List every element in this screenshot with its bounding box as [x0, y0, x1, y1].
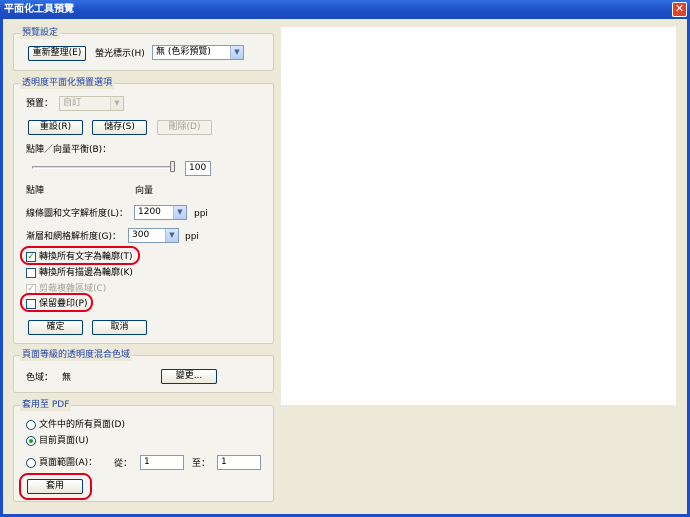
color-space-label: 色域：: [26, 373, 54, 383]
highlight-select[interactable]: 無 (色彩預覽) ▼: [152, 45, 244, 60]
color-space-value: 無: [62, 373, 72, 383]
vector-label: 向量: [135, 186, 154, 196]
highlight-ring: [20, 293, 93, 312]
ppi-unit: ppi: [185, 232, 199, 242]
gradient-resolution-value: 300: [132, 230, 150, 240]
group-title: 透明度平面化預置選項: [20, 77, 115, 89]
to-label: 至：: [192, 459, 211, 469]
raster-label: 點陣: [26, 186, 45, 196]
gradient-resolution-label: 漸層和網格解析度(G)：: [26, 232, 121, 242]
page-level-blending-group: 頁面等級的透明度混合色域 色域： 無 變更...: [13, 349, 274, 393]
preview-bottom-area: [281, 405, 676, 505]
convert-strokes-checkbox[interactable]: [26, 268, 36, 278]
line-art-resolution-value: 1200: [138, 207, 161, 217]
chevron-down-icon[interactable]: ▼: [230, 46, 243, 59]
window-frame-left: [0, 19, 3, 517]
current-page-label[interactable]: 目前頁面(U): [39, 435, 89, 447]
preset-select[interactable]: 自訂 ▼: [59, 96, 124, 111]
gradient-resolution-select[interactable]: 300 ▼: [128, 228, 179, 243]
highlight-select-value: 無 (色彩預覽): [156, 47, 211, 57]
line-art-resolution-select[interactable]: 1200 ▼: [134, 205, 187, 220]
balance-label: 點陣／向量平衡(B)：: [26, 145, 112, 155]
highlight-ring: [20, 246, 140, 265]
change-button[interactable]: 變更...: [161, 369, 217, 384]
balance-slider-thumb[interactable]: [170, 161, 175, 172]
to-input[interactable]: 1: [217, 455, 261, 470]
group-title: 預覽設定: [20, 27, 61, 39]
title-bar: 平面化工具預覽 ✕: [0, 0, 690, 19]
chevron-down-icon[interactable]: ▼: [165, 229, 178, 242]
line-art-resolution-label: 線條圖和文字解析度(L)：: [26, 209, 129, 219]
window-title: 平面化工具預覽: [4, 4, 74, 15]
preview-settings-group: 預覽設定 重新整理(E) 螢光標示(H) 無 (色彩預覽) ▼: [13, 27, 274, 71]
reset-button[interactable]: 重設(R): [28, 120, 83, 135]
close-icon[interactable]: ✕: [672, 2, 687, 17]
from-label: 從：: [114, 459, 133, 469]
preset-select-value: 自訂: [63, 98, 82, 108]
cancel-button[interactable]: 取消: [92, 320, 147, 335]
from-input[interactable]: 1: [140, 455, 184, 470]
page-range-radio[interactable]: [26, 458, 36, 468]
save-button[interactable]: 儲存(S): [92, 120, 147, 135]
chevron-down-icon[interactable]: ▼: [173, 206, 186, 219]
balance-slider-track[interactable]: [32, 166, 174, 169]
delete-button[interactable]: 刪除(D): [157, 120, 212, 135]
group-title: 頁面等級的透明度混合色域: [20, 349, 133, 361]
group-title: 套用至 PDF: [20, 399, 72, 411]
balance-input[interactable]: 100: [185, 161, 211, 176]
all-pages-label[interactable]: 文件中的所有頁面(D): [39, 419, 125, 431]
ppi-unit: ppi: [194, 209, 208, 219]
ok-button[interactable]: 確定: [28, 320, 83, 335]
current-page-radio[interactable]: [26, 436, 36, 446]
preview-canvas: [281, 27, 676, 405]
highlight-label: 螢光標示(H): [95, 49, 145, 59]
apply-to-pdf-group: 套用至 PDF 文件中的所有頁面(D) 目前頁面(U) 頁面範圍(A)： 從： …: [13, 399, 274, 502]
radio-selected-dot: [29, 439, 33, 443]
page-range-label[interactable]: 頁面範圍(A)：: [39, 457, 97, 469]
highlight-ring: [19, 473, 92, 500]
transparency-options-group: 透明度平面化預置選項 預置： 自訂 ▼ 重設(R) 儲存(S) 刪除(D) 點陣…: [13, 77, 274, 344]
chevron-down-icon[interactable]: ▼: [110, 97, 123, 110]
convert-strokes-label[interactable]: 轉換所有描邊為輪廓(K): [39, 267, 133, 279]
refresh-button[interactable]: 重新整理(E): [28, 46, 86, 61]
preset-label: 預置：: [26, 99, 54, 109]
all-pages-radio[interactable]: [26, 420, 36, 430]
